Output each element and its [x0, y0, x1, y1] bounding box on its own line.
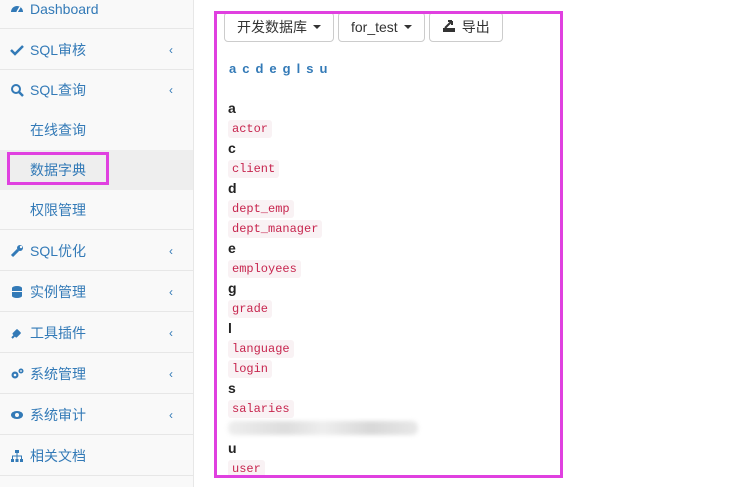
letter-index-link[interactable]: d: [255, 61, 264, 76]
group-heading: d: [228, 180, 237, 196]
sidebar-item-instance[interactable]: 实例管理 ‹: [0, 272, 193, 312]
toolbar: 开发数据库 for_test 导出: [224, 12, 503, 42]
sidebar-item-label: 系统审计: [30, 406, 86, 423]
export-button[interactable]: 导出: [428, 12, 503, 42]
plug-icon: [10, 326, 24, 340]
table-name[interactable]: dept_manager: [228, 220, 323, 238]
table-name[interactable]: dept_emp: [228, 200, 294, 218]
group-heading: a: [228, 100, 236, 116]
table-name[interactable]: client: [228, 160, 280, 178]
table-name[interactable]: actor: [228, 120, 273, 138]
letter-index-link[interactable]: e: [269, 61, 277, 76]
table-name[interactable]: employees: [228, 260, 301, 278]
chevron-left-icon: ‹: [169, 42, 173, 57]
sidebar-item-tools[interactable]: 工具插件 ‹: [0, 313, 193, 353]
sidebar-subitem-online-query[interactable]: 在线查询: [0, 110, 193, 150]
chevron-left-icon: ‹: [169, 243, 173, 258]
chevron-left-icon: ‹: [169, 407, 173, 422]
sidebar-item-label: 相关文档: [30, 447, 86, 464]
caret-down-icon: [403, 25, 412, 29]
letter-index-link[interactable]: a: [229, 61, 237, 76]
cogs-icon: [10, 367, 24, 381]
letter-index-link[interactable]: g: [283, 61, 292, 76]
group-heading: s: [228, 380, 236, 396]
sidebar-item-label: 实例管理: [30, 283, 86, 300]
database-icon: [10, 285, 24, 299]
redacted-row: [228, 421, 418, 435]
letter-index-link[interactable]: c: [242, 61, 250, 76]
sidebar-item-label: SQL审核: [30, 41, 87, 58]
sidebar-item-label: 工具插件: [30, 324, 86, 341]
sidebar-item-audit[interactable]: 系统审计 ‹: [0, 395, 193, 435]
sidebar-subitem-permission[interactable]: 权限管理: [0, 190, 193, 230]
sidebar-subitem-label: 数据字典: [30, 162, 86, 178]
sidebar-item-label: SQL优化: [30, 242, 87, 259]
sidebar-subitem-label: 权限管理: [30, 201, 86, 218]
sidebar-item-dashboard[interactable]: Dashboard: [0, 0, 193, 29]
sidebar-item-sql-optimize[interactable]: SQL优化 ‹: [0, 231, 193, 271]
sitemap-icon: [10, 449, 24, 463]
table-name[interactable]: language: [228, 340, 294, 358]
sidebar-item-docs[interactable]: 相关文档: [0, 436, 193, 476]
wrench-icon: [10, 244, 24, 258]
eye-icon: [10, 408, 24, 422]
sidebar-item-system[interactable]: 系统管理 ‹: [0, 354, 193, 394]
chevron-left-icon: ‹: [169, 325, 173, 340]
chevron-left-icon: ‹: [169, 284, 173, 299]
table-name[interactable]: grade: [228, 300, 273, 318]
sidebar-subitem-data-dictionary[interactable]: 数据字典: [0, 150, 193, 190]
sidebar-item-label: Dashboard: [30, 0, 99, 17]
env-dropdown-label: 开发数据库: [237, 19, 307, 35]
search-icon: [10, 83, 24, 97]
table-name[interactable]: user: [228, 460, 265, 478]
chevron-left-icon: ‹: [169, 83, 173, 97]
table-name[interactable]: salaries: [228, 400, 294, 418]
db-dropdown-button[interactable]: for_test: [338, 12, 425, 42]
letter-index-link[interactable]: l: [297, 61, 302, 76]
letter-index-link[interactable]: s: [306, 61, 314, 76]
letter-index-link[interactable]: u: [319, 61, 328, 76]
group-heading: u: [228, 440, 237, 456]
sidebar-item-sql-query[interactable]: SQL查询 ‹: [0, 70, 193, 110]
group-heading: e: [228, 240, 236, 256]
sidebar-item-label: SQL查询: [30, 82, 87, 98]
caret-down-icon: [313, 25, 321, 29]
letter-index: a c d e g l s u: [229, 61, 328, 76]
table-name[interactable]: login: [228, 360, 273, 378]
check-icon: [10, 43, 24, 57]
sidebar: Dashboard SQL审核 ‹ SQL查询 ‹ 在线查询 数据字典 权限管理…: [0, 0, 194, 487]
group-heading: g: [228, 280, 237, 296]
chevron-left-icon: ‹: [169, 366, 173, 381]
sidebar-item-sql-audit[interactable]: SQL审核 ‹: [0, 30, 193, 70]
dashboard-icon: [10, 2, 24, 16]
export-label: 导出: [461, 19, 490, 35]
sidebar-subitem-label: 在线查询: [30, 122, 86, 138]
db-dropdown-label: for_test: [351, 19, 398, 35]
export-icon: [442, 19, 456, 36]
sidebar-item-label: 系统管理: [30, 365, 86, 382]
group-heading: c: [228, 140, 236, 156]
env-dropdown-button[interactable]: 开发数据库: [224, 12, 334, 42]
group-heading: l: [228, 320, 232, 336]
